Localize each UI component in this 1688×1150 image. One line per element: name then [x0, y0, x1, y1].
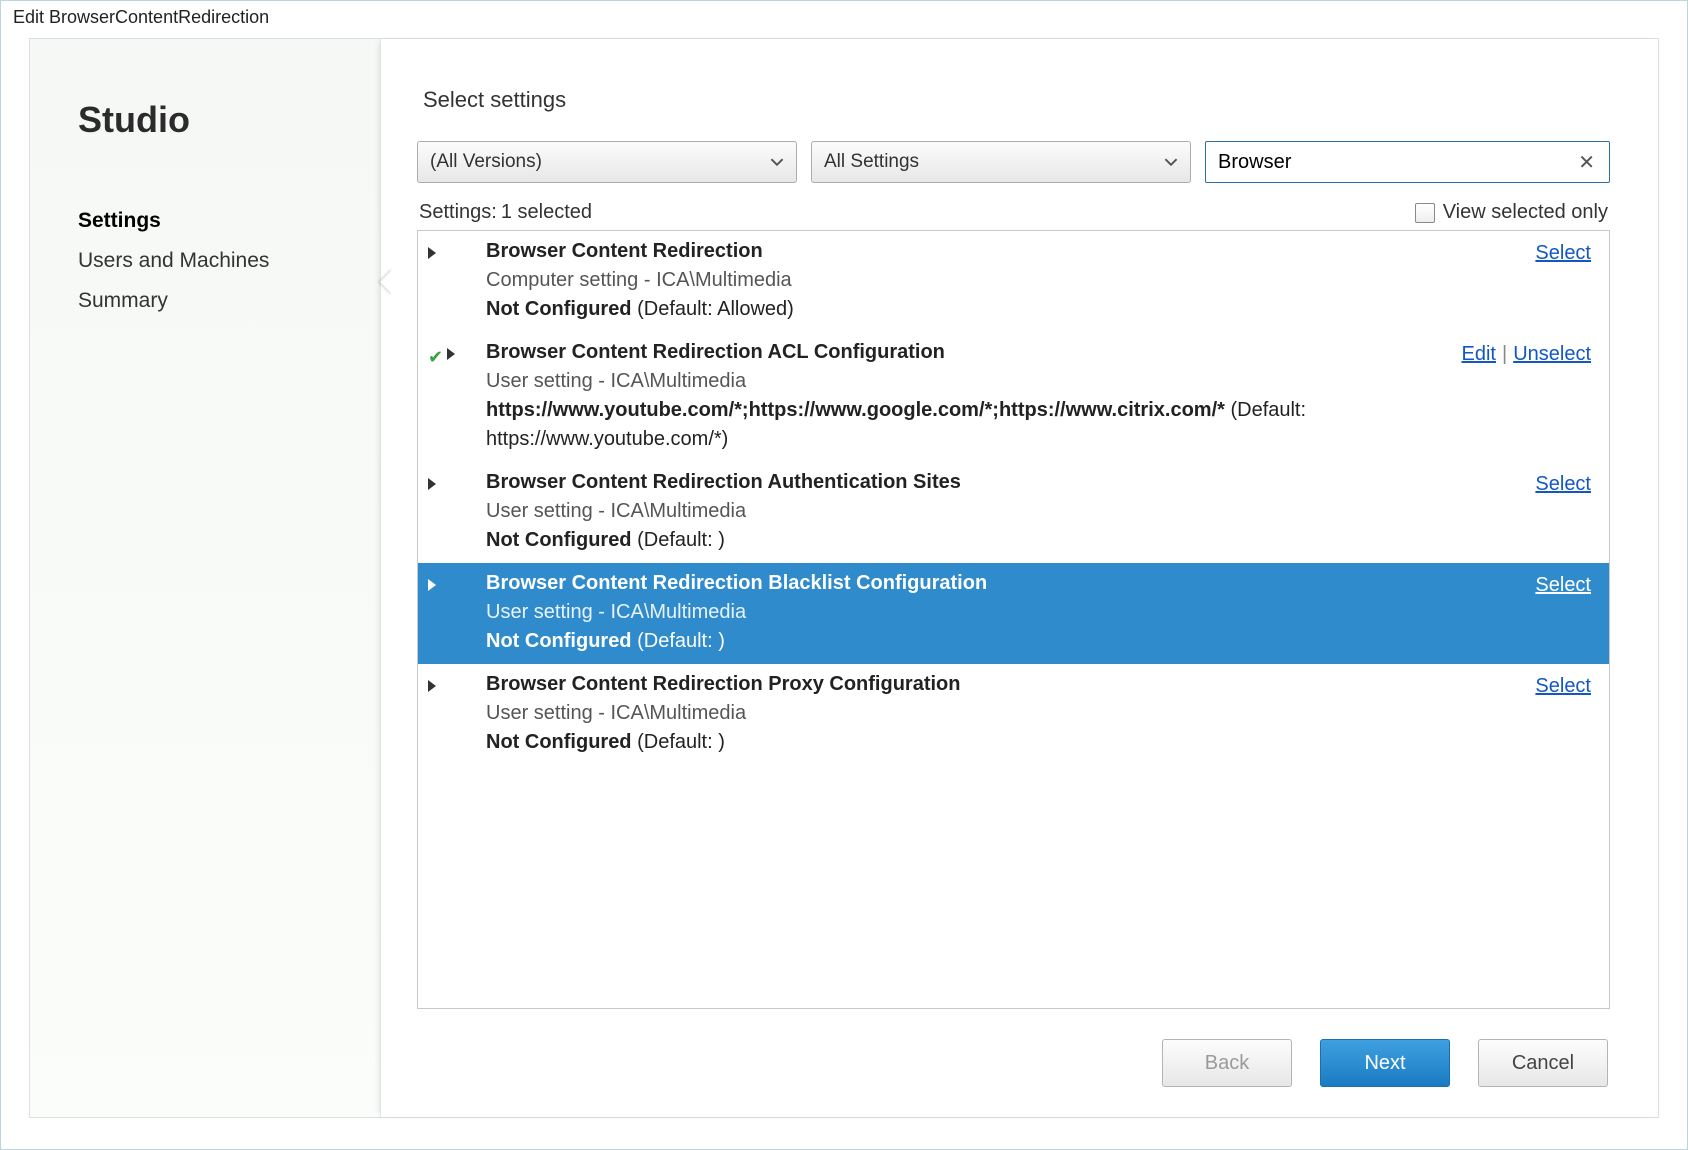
setting-row[interactable]: Browser Content RedirectionComputer sett… — [418, 231, 1609, 332]
row-content: Browser Content Redirection Authenticati… — [486, 468, 1521, 555]
setting-row[interactable]: Browser Content Redirection Blacklist Co… — [418, 563, 1609, 664]
search-input-wrapper: ✕ — [1205, 141, 1610, 183]
select-link[interactable]: Select — [1535, 242, 1591, 264]
select-link[interactable]: Select — [1535, 574, 1591, 596]
setting-status: Not Configured (Default: Allowed) — [486, 295, 1521, 324]
scope-dropdown[interactable]: All Settings — [811, 141, 1191, 183]
setting-path: User setting - ICA\Multimedia — [486, 497, 1521, 526]
wizard-step-users-and-machines[interactable]: Users and Machines — [78, 241, 380, 281]
next-button[interactable]: Next — [1320, 1039, 1450, 1087]
view-selected-only-toggle[interactable]: View selected only — [1415, 201, 1608, 224]
checkbox-icon — [1415, 203, 1435, 223]
setting-path: User setting - ICA\Multimedia — [486, 598, 1521, 627]
expand-icon[interactable] — [447, 348, 455, 360]
version-dropdown[interactable]: (All Versions) — [417, 141, 797, 183]
row-actions: Select — [1521, 468, 1591, 555]
setting-title: Browser Content Redirection Authenticati… — [486, 468, 1521, 497]
settings-label: Settings: — [419, 201, 497, 224]
expand-icon[interactable] — [428, 478, 436, 490]
wizard-step-summary[interactable]: Summary — [78, 281, 380, 321]
setting-status: Not Configured (Default: ) — [486, 526, 1521, 555]
row-content: Browser Content Redirection ACL Configur… — [486, 338, 1448, 454]
expand-icon[interactable] — [428, 247, 436, 259]
page-title: Select settings — [423, 87, 1610, 113]
settings-count: 1 selected — [501, 201, 592, 224]
window-title: Edit BrowserContentRedirection — [1, 1, 1687, 38]
setting-path: User setting - ICA\Multimedia — [486, 367, 1448, 396]
row-content: Browser Content Redirection Blacklist Co… — [486, 569, 1521, 656]
app-brand: Studio — [78, 99, 380, 141]
dialog-area: Studio SettingsUsers and MachinesSummary… — [1, 38, 1687, 1149]
active-step-pointer-icon — [380, 269, 393, 295]
dialog-window: Edit BrowserContentRedirection Studio Se… — [0, 0, 1688, 1150]
row-gutter — [428, 468, 486, 555]
search-input[interactable] — [1216, 150, 1574, 175]
dialog-frame: Studio SettingsUsers and MachinesSummary… — [29, 38, 1659, 1118]
setting-status: Not Configured (Default: ) — [486, 728, 1521, 757]
version-label: (All Versions) — [430, 151, 542, 173]
back-button[interactable]: Back — [1162, 1039, 1292, 1087]
setting-row[interactable]: Browser Content Redirection Proxy Config… — [418, 664, 1609, 765]
clear-search-icon[interactable]: ✕ — [1574, 150, 1599, 175]
row-actions: Select — [1521, 569, 1591, 656]
select-link[interactable]: Select — [1535, 675, 1591, 697]
expand-icon[interactable] — [428, 680, 436, 692]
chevron-down-icon — [770, 155, 784, 169]
row-gutter — [428, 237, 486, 324]
settings-count-bar: Settings: 1 selected View selected only — [419, 201, 1608, 224]
chevron-down-icon — [1164, 155, 1178, 169]
wizard-step-settings[interactable]: Settings — [78, 201, 380, 241]
wizard-nav: SettingsUsers and MachinesSummary — [78, 201, 380, 321]
row-actions: Select — [1521, 237, 1591, 324]
expand-icon[interactable] — [428, 579, 436, 591]
row-content: Browser Content Redirection Proxy Config… — [486, 670, 1521, 757]
row-content: Browser Content RedirectionComputer sett… — [486, 237, 1521, 324]
unselect-link[interactable]: Unselect — [1513, 343, 1591, 365]
setting-row[interactable]: Browser Content Redirection Authenticati… — [418, 462, 1609, 563]
row-gutter: ✔ — [428, 338, 486, 454]
setting-status: Not Configured (Default: ) — [486, 627, 1521, 656]
setting-status: https://www.youtube.com/*;https://www.go… — [486, 396, 1448, 454]
content-panel: Select settings (All Versions) All Setti… — [380, 39, 1658, 1117]
row-gutter — [428, 670, 486, 757]
filter-bar: (All Versions) All Settings ✕ — [417, 141, 1610, 183]
wizard-buttons: Back Next Cancel — [417, 1009, 1610, 1117]
view-selected-only-label: View selected only — [1443, 201, 1608, 224]
setting-path: Computer setting - ICA\Multimedia — [486, 266, 1521, 295]
cancel-button[interactable]: Cancel — [1478, 1039, 1608, 1087]
edit-link[interactable]: Edit — [1462, 343, 1496, 365]
scope-label: All Settings — [824, 151, 919, 173]
settings-list[interactable]: Browser Content RedirectionComputer sett… — [417, 230, 1610, 1009]
setting-title: Browser Content Redirection — [486, 237, 1521, 266]
setting-row[interactable]: ✔ Browser Content Redirection ACL Configu… — [418, 332, 1609, 462]
setting-title: Browser Content Redirection Blacklist Co… — [486, 569, 1521, 598]
check-icon: ✔ — [428, 344, 443, 370]
select-link[interactable]: Select — [1535, 473, 1591, 495]
setting-title: Browser Content Redirection ACL Configur… — [486, 338, 1448, 367]
row-gutter — [428, 569, 486, 656]
setting-path: User setting - ICA\Multimedia — [486, 699, 1521, 728]
row-actions: Edit|Unselect — [1448, 338, 1591, 454]
row-actions: Select — [1521, 670, 1591, 757]
sidebar: Studio SettingsUsers and MachinesSummary — [30, 39, 380, 1117]
setting-title: Browser Content Redirection Proxy Config… — [486, 670, 1521, 699]
